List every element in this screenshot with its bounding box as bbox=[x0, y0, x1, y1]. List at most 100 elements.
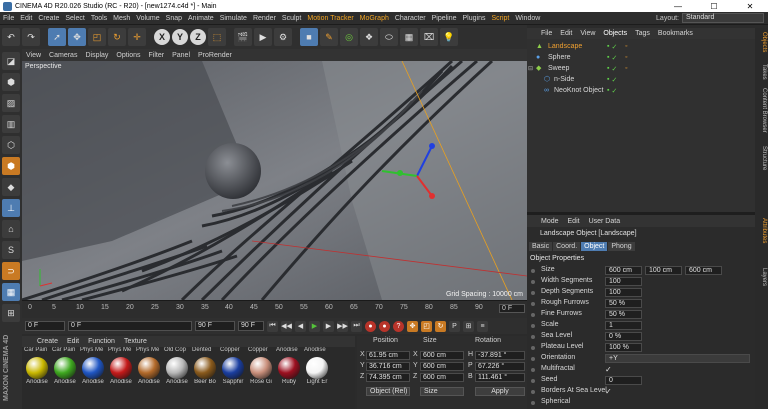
animate-dot[interactable] bbox=[531, 335, 535, 339]
menu-plugins[interactable]: Plugins bbox=[460, 15, 489, 22]
apply-button[interactable]: Apply bbox=[475, 387, 525, 396]
menu-select[interactable]: Select bbox=[62, 15, 87, 22]
prev-frame-icon[interactable]: ◀ bbox=[295, 320, 306, 332]
size-x-field[interactable]: 600 cm bbox=[420, 351, 464, 360]
cloner-icon[interactable]: ❖ bbox=[360, 28, 378, 46]
light-icon[interactable]: 💡 bbox=[440, 28, 458, 46]
x-axis-lock-icon[interactable]: X bbox=[154, 29, 170, 45]
make-editable-icon[interactable]: ◪ bbox=[2, 52, 20, 70]
object-row-sweep[interactable]: ⊟ ◆ Sweep ▪ ✓ ◦ bbox=[527, 64, 755, 75]
menu-create[interactable]: Create bbox=[35, 15, 62, 22]
cube-object-icon[interactable]: ■ bbox=[300, 28, 318, 46]
borders-sea-level-checkbox[interactable]: ✓ bbox=[605, 387, 612, 396]
subdivision-surface-icon[interactable]: ◎ bbox=[340, 28, 358, 46]
phong-tag-icon[interactable]: ◦ bbox=[625, 54, 627, 61]
menu-file[interactable]: File bbox=[0, 15, 17, 22]
position-x-field[interactable]: 61.95 cm bbox=[366, 351, 410, 360]
menu-tools[interactable]: Tools bbox=[88, 15, 110, 22]
scale-key-icon[interactable]: ◰ bbox=[421, 320, 432, 332]
enable-axis-icon[interactable]: ⊥ bbox=[2, 199, 20, 217]
material-swatch[interactable]: Anodise bbox=[164, 357, 190, 385]
workplane-lock-icon[interactable]: ▦ bbox=[2, 283, 20, 301]
position-z-field[interactable]: 74.395 cm bbox=[366, 373, 410, 382]
menu-script[interactable]: Script bbox=[488, 15, 512, 22]
object-flags[interactable]: ▪ ✓ bbox=[607, 65, 617, 73]
render-picture-viewer-icon[interactable]: ▶ bbox=[254, 28, 272, 46]
side-tab-objects[interactable]: Objects bbox=[756, 32, 767, 52]
material-swatch[interactable]: Anodise bbox=[108, 357, 134, 385]
preview-start-field[interactable]: 0 F bbox=[68, 321, 192, 331]
redo-icon[interactable]: ↷ bbox=[22, 28, 40, 46]
position-y-field[interactable]: 36.716 cm bbox=[366, 362, 410, 371]
go-to-start-icon[interactable]: ⏮ bbox=[267, 320, 278, 332]
side-tab-attributes[interactable]: Attributes bbox=[756, 218, 767, 243]
animate-dot[interactable] bbox=[531, 324, 535, 328]
size-x-input[interactable]: 600 cm bbox=[605, 266, 642, 275]
animate-dot[interactable] bbox=[531, 368, 535, 372]
side-tab-content-browser[interactable]: Content Browser bbox=[756, 88, 767, 133]
material-swatch[interactable]: Anodise bbox=[52, 357, 78, 385]
sea-level-input[interactable]: 0 % bbox=[605, 332, 642, 341]
material-swatch[interactable]: Ruby bbox=[276, 357, 302, 385]
preview-end-field[interactable]: 90 F bbox=[195, 321, 235, 331]
floor-icon[interactable]: ▦ bbox=[400, 28, 418, 46]
menu-render[interactable]: Render bbox=[250, 15, 279, 22]
parameter-key-icon[interactable]: P bbox=[449, 320, 460, 332]
3d-viewport[interactable]: Perspective Grid Spacing : 10000 cm bbox=[22, 61, 527, 300]
points-mode-icon[interactable]: ⬡ bbox=[2, 136, 20, 154]
menu-snap[interactable]: Snap bbox=[163, 15, 185, 22]
object-row-landscape[interactable]: ▲ Landscape ▪ ✓ ◦ bbox=[527, 42, 755, 53]
width-segments-input[interactable]: 100 bbox=[605, 277, 642, 286]
menu-mesh[interactable]: Mesh bbox=[110, 15, 133, 22]
menu-volume[interactable]: Volume bbox=[133, 15, 162, 22]
menu-pipeline[interactable]: Pipeline bbox=[429, 15, 460, 22]
coordinate-mode-dropdown[interactable]: Object (Rel) bbox=[366, 387, 410, 396]
size-z-input[interactable]: 600 cm bbox=[685, 266, 722, 275]
max-frame-field[interactable]: 90 F bbox=[238, 321, 264, 331]
object-row-nside[interactable]: ⬡ n-Side ▪ ✓ bbox=[527, 75, 755, 86]
size-mode-dropdown[interactable]: Size bbox=[420, 387, 464, 396]
object-flags[interactable]: ▪ ✓ bbox=[607, 76, 617, 84]
coordinate-system-icon[interactable]: ⬚ bbox=[208, 28, 226, 46]
tab-object[interactable]: Object bbox=[581, 242, 608, 251]
animate-dot[interactable] bbox=[531, 313, 535, 317]
edges-mode-icon[interactable]: ⬢ bbox=[2, 157, 20, 175]
om-menu-objects[interactable]: Objects bbox=[603, 30, 627, 37]
render-view-icon[interactable]: 🎬 bbox=[234, 28, 252, 46]
close-button[interactable]: ✕ bbox=[732, 2, 768, 11]
menu-sculpt[interactable]: Sculpt bbox=[279, 15, 304, 22]
object-row-neoknot[interactable]: ∞ NeoKnot Object ▪ ✓ bbox=[527, 86, 755, 97]
phong-tag-icon[interactable]: ◦ bbox=[625, 65, 627, 72]
size-z-field[interactable]: 600 cm bbox=[420, 373, 464, 382]
minimize-button[interactable]: — bbox=[660, 2, 696, 11]
tab-basic[interactable]: Basic bbox=[529, 242, 553, 251]
material-menu-edit[interactable]: Edit bbox=[67, 338, 79, 345]
live-selection-icon[interactable]: ➚ bbox=[48, 28, 66, 46]
pen-spline-icon[interactable]: ✎ bbox=[320, 28, 338, 46]
rotation-b-field[interactable]: 111.461 ° bbox=[475, 373, 525, 382]
viewport-menu-cameras[interactable]: Cameras bbox=[49, 52, 77, 59]
timeline-ruler[interactable]: 0 5 10 15 20 25 30 35 40 45 50 55 60 65 … bbox=[22, 300, 527, 318]
go-to-end-icon[interactable]: ⏭ bbox=[351, 320, 362, 332]
rough-furrows-input[interactable]: 50 % bbox=[605, 299, 642, 308]
viewport-menu-prorender[interactable]: ProRender bbox=[198, 52, 232, 59]
size-y-field[interactable]: 600 cm bbox=[420, 362, 464, 371]
timeline-menu-icon[interactable]: ≡ bbox=[477, 320, 488, 332]
multifractal-checkbox[interactable]: ✓ bbox=[605, 365, 612, 374]
animate-dot[interactable] bbox=[531, 401, 535, 405]
recent-tools-icon[interactable]: ✛ bbox=[128, 28, 146, 46]
current-frame-field[interactable]: 0 F bbox=[25, 321, 65, 331]
material-menu-create[interactable]: Create bbox=[37, 338, 58, 345]
animate-dot[interactable] bbox=[531, 291, 535, 295]
render-settings-icon[interactable]: ⚙ bbox=[274, 28, 292, 46]
undo-icon[interactable]: ↶ bbox=[2, 28, 20, 46]
deformer-icon[interactable]: ⬭ bbox=[380, 28, 398, 46]
om-menu-tags[interactable]: Tags bbox=[635, 30, 650, 37]
object-flags[interactable]: ▪ ✓ bbox=[607, 54, 617, 62]
y-axis-lock-icon[interactable]: Y bbox=[172, 29, 188, 45]
keyframe-selection-icon[interactable]: ? bbox=[393, 320, 404, 332]
tweak-mode-icon[interactable]: ⌂ bbox=[2, 220, 20, 238]
menu-simulate[interactable]: Simulate bbox=[217, 15, 250, 22]
texture-mode-icon[interactable]: ▨ bbox=[2, 94, 20, 112]
model-mode-icon[interactable]: ⬢ bbox=[2, 73, 20, 91]
